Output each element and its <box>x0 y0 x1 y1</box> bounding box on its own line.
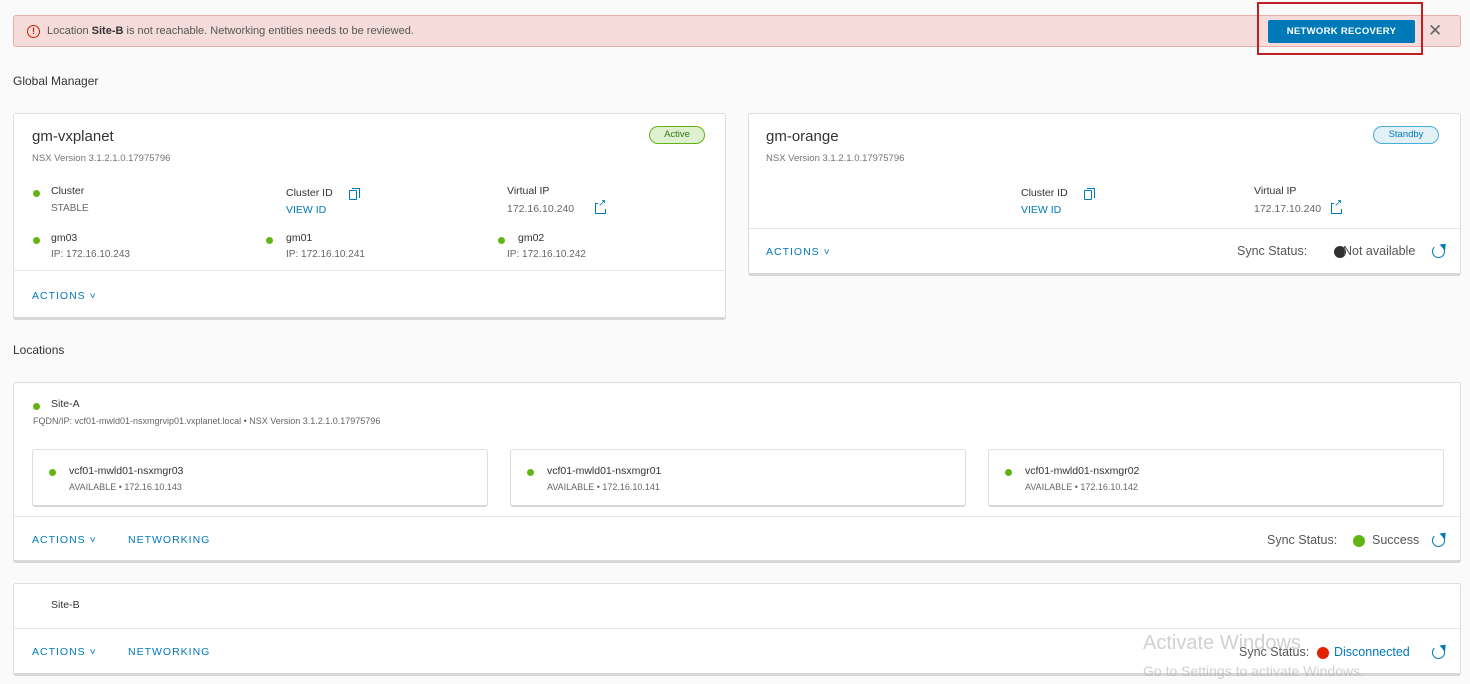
status-badge-standby: Standby <box>1373 126 1439 144</box>
external-link-icon[interactable] <box>595 199 607 214</box>
node-status-dot <box>527 469 534 476</box>
manager-node-detail: AVAILABLE • 172.16.10.142 <box>1025 482 1138 492</box>
alert-banner: ! Location Site-B is not reachable. Netw… <box>13 15 1461 47</box>
gm-standby-version: NSX Version 3.1.2.1.0.17975796 <box>766 153 905 164</box>
sync-status-value: Not available <box>1343 244 1416 258</box>
close-icon[interactable]: ✕ <box>1428 22 1442 40</box>
divider <box>14 516 1460 517</box>
gm-primary-name: gm-vxplanet <box>32 128 114 145</box>
manager-node-detail: AVAILABLE • 172.16.10.141 <box>547 482 660 492</box>
cluster-label: Cluster <box>51 185 85 197</box>
alert-message: Location Site-B is not reachable. Networ… <box>47 25 414 37</box>
external-link-icon[interactable] <box>1331 199 1343 214</box>
node-status-dot <box>266 237 273 244</box>
locations-heading: Locations <box>13 343 65 357</box>
view-id-link[interactable]: VIEW ID <box>286 204 326 216</box>
sync-status-value: Disconnected <box>1334 645 1410 659</box>
divider <box>14 628 1460 629</box>
refresh-icon[interactable] <box>1432 646 1445 659</box>
cluster-id-label: Cluster ID <box>1021 187 1068 199</box>
sync-status-value: Success <box>1372 533 1420 547</box>
node-status-dot <box>33 237 40 244</box>
error-icon: ! <box>27 25 40 38</box>
virtual-ip-value: 172.17.10.240 <box>1254 203 1322 215</box>
site-a-fqdn: FQDN/IP: vcf01-mwld01-nsxmgrvip01.vxplan… <box>33 416 381 426</box>
actions-menu[interactable]: ACTIONS ˅ <box>32 290 97 302</box>
manager-node-card: vcf01-mwld01-nsxmgr01 AVAILABLE • 172.16… <box>510 449 966 507</box>
cluster-id-label: Cluster ID <box>286 187 333 199</box>
node-name: gm01 <box>286 232 313 244</box>
sync-status-label: Sync Status: <box>1237 244 1308 258</box>
refresh-icon[interactable] <box>1432 534 1445 547</box>
copy-icon[interactable] <box>1084 188 1095 200</box>
virtual-ip-label: Virtual IP <box>1254 185 1297 197</box>
node-ip: IP: 172.16.10.242 <box>507 249 586 260</box>
site-b-name: Site-B <box>51 599 80 611</box>
cluster-status-dot <box>33 190 40 197</box>
node-name: gm03 <box>51 232 78 244</box>
refresh-icon[interactable] <box>1432 245 1445 258</box>
gm-primary-card: gm-vxplanet Active NSX Version 3.1.2.1.0… <box>13 113 726 320</box>
status-badge-active: Active <box>649 126 705 144</box>
view-id-link[interactable]: VIEW ID <box>1021 204 1061 216</box>
alert-site-name: Site-B <box>91 25 124 37</box>
node-status-dot <box>498 237 505 244</box>
node-status-dot <box>49 469 56 476</box>
network-recovery-button[interactable]: NETWORK RECOVERY <box>1268 20 1415 43</box>
manager-node-detail: AVAILABLE • 172.16.10.143 <box>69 482 182 492</box>
manager-node-name: vcf01-mwld01-nsxmgr03 <box>69 465 184 477</box>
sync-status-dot <box>1317 647 1329 659</box>
activation-watermark-title: Activate Windows <box>1143 632 1301 654</box>
virtual-ip-label: Virtual IP <box>507 185 550 197</box>
manager-node-name: vcf01-mwld01-nsxmgr01 <box>547 465 662 477</box>
gm-standby-name: gm-orange <box>766 128 839 145</box>
node-ip: IP: 172.16.10.241 <box>286 249 365 260</box>
sync-status-label: Sync Status: <box>1267 533 1338 547</box>
site-a-name: Site-A <box>51 398 80 410</box>
node-ip: IP: 172.16.10.243 <box>51 249 130 260</box>
actions-menu[interactable]: ACTIONS ˅ <box>766 246 831 258</box>
divider <box>14 270 725 271</box>
manager-node-card: vcf01-mwld01-nsxmgr02 AVAILABLE • 172.16… <box>988 449 1444 507</box>
global-manager-heading: Global Manager <box>13 74 99 88</box>
divider <box>749 228 1460 229</box>
virtual-ip-value: 172.16.10.240 <box>507 203 575 215</box>
activation-watermark-text: Go to Settings to activate Windows. <box>1143 663 1364 679</box>
copy-icon[interactable] <box>349 188 360 200</box>
site-a-card: Site-A FQDN/IP: vcf01-mwld01-nsxmgrvip01… <box>13 382 1461 563</box>
node-status-dot <box>1005 469 1012 476</box>
site-status-dot <box>33 403 40 410</box>
manager-node-name: vcf01-mwld01-nsxmgr02 <box>1025 465 1140 477</box>
sync-status-dot <box>1353 535 1365 547</box>
networking-link[interactable]: NETWORKING <box>128 534 210 546</box>
alert-suffix: is not reachable. Networking entities ne… <box>123 25 414 37</box>
node-name: gm02 <box>518 232 545 244</box>
actions-menu[interactable]: ACTIONS ˅ <box>32 534 97 546</box>
gm-primary-version: NSX Version 3.1.2.1.0.17975796 <box>32 153 171 164</box>
networking-link[interactable]: NETWORKING <box>128 646 210 658</box>
cluster-value: STABLE <box>51 203 89 214</box>
alert-prefix: Location <box>47 25 92 37</box>
manager-node-card: vcf01-mwld01-nsxmgr03 AVAILABLE • 172.16… <box>32 449 488 507</box>
gm-standby-card: gm-orange Standby NSX Version 3.1.2.1.0.… <box>748 113 1461 276</box>
actions-menu[interactable]: ACTIONS ˅ <box>32 646 97 658</box>
